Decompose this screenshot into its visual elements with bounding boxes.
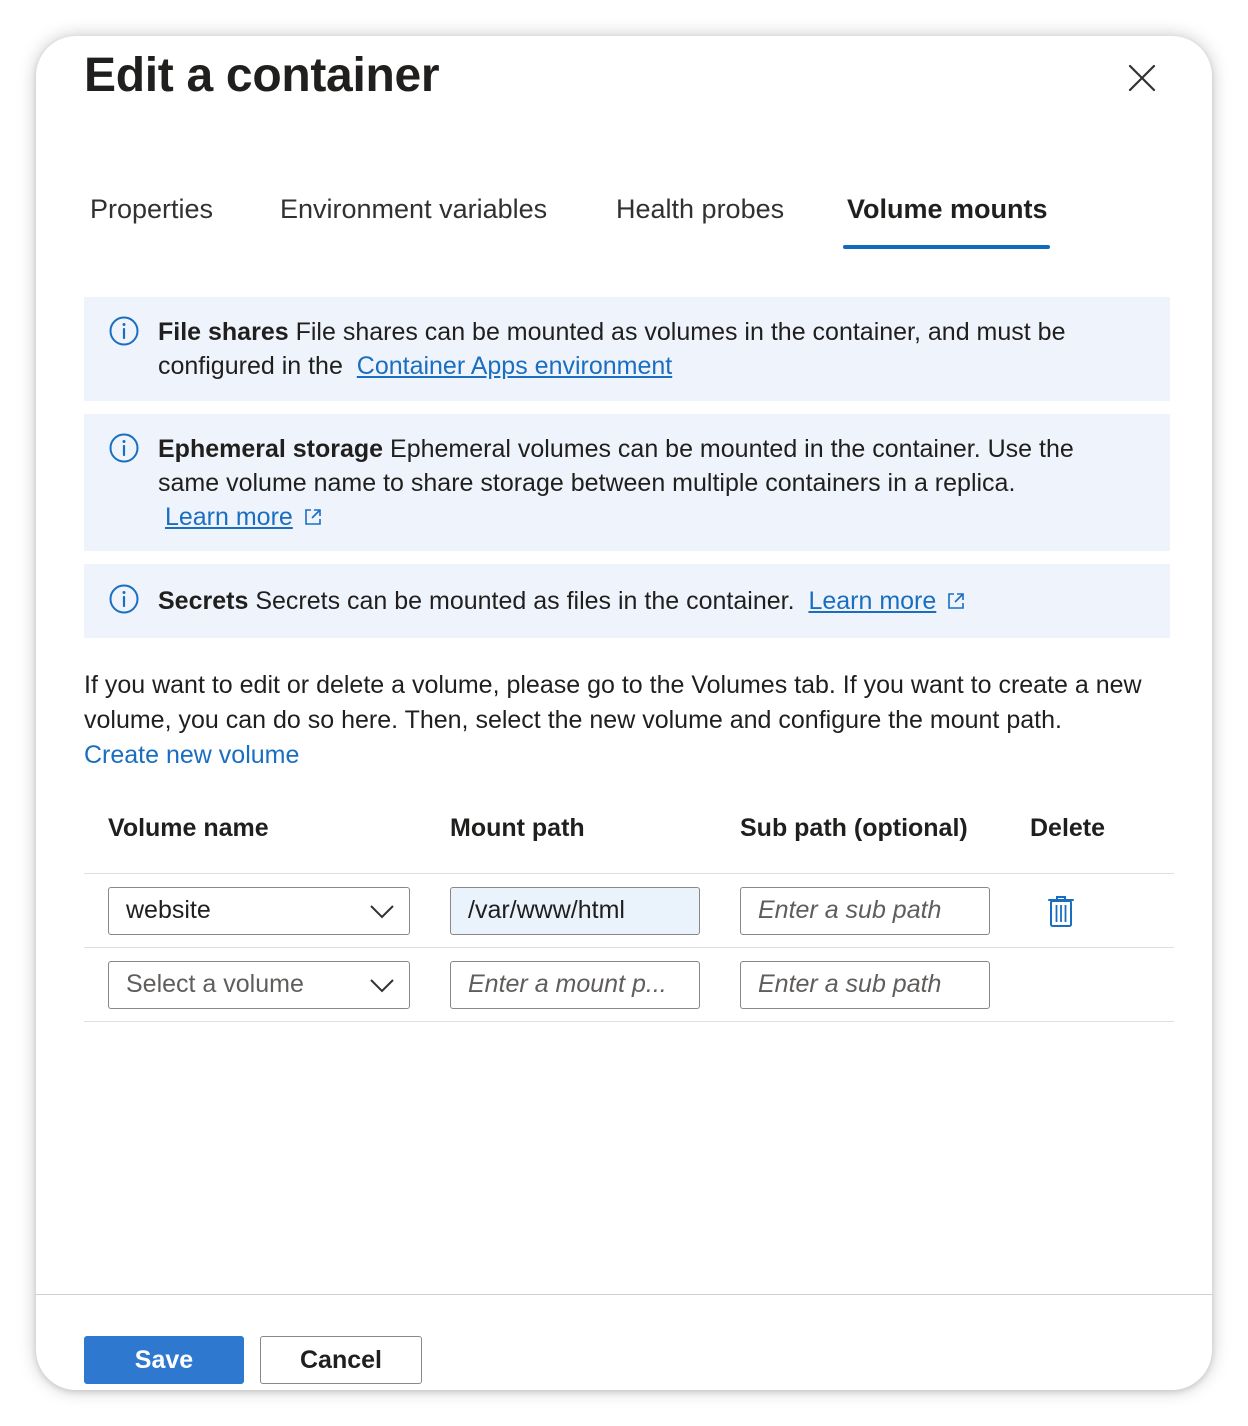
chevron-down-icon [370,979,394,993]
header-sub-path: Sub path (optional) [740,814,968,842]
info-secrets: Secrets Secrets can be mounted as files … [84,564,1170,638]
dialog-title: Edit a container [84,49,440,102]
header-delete: Delete [1030,814,1106,842]
edit-container-dialog: Edit a container Properties Environment … [36,36,1212,1390]
info-icon [109,584,139,614]
header-mount-path: Mount path [450,814,585,842]
row-divider [84,873,1174,874]
volume-name-select[interactable]: Select a volume [108,961,410,1009]
volume-name-value: website [126,896,211,924]
info-heading: Secrets [158,587,249,615]
container-apps-environment-link[interactable]: Container Apps environment [357,352,672,380]
close-icon[interactable] [1124,60,1160,96]
description-text: If you want to edit or delete a volume, … [84,671,1142,734]
info-ephemeral-storage: Ephemeral storage Ephemeral volumes can … [84,414,1170,551]
footer-divider [36,1294,1212,1295]
volume-description: If you want to edit or delete a volume, … [84,668,1174,773]
secrets-learn-more-link[interactable]: Learn more [808,587,936,615]
tab-volume-mounts[interactable]: Volume mounts [847,194,1048,225]
tab-properties[interactable]: Properties [90,194,213,225]
info-icon [109,316,139,346]
header-volume-name: Volume name [108,814,269,842]
create-new-volume-link[interactable]: Create new volume [84,741,299,769]
info-text: Secrets can be mounted as files in the c… [255,587,795,615]
save-button[interactable]: Save [84,1336,244,1384]
ephemeral-learn-more-link[interactable]: Learn more [165,503,293,531]
sub-path-input[interactable]: Enter a sub path [740,961,990,1009]
sub-path-input[interactable]: Enter a sub path [740,887,990,935]
info-icon [109,433,139,463]
row-divider [84,1021,1174,1022]
cancel-button[interactable]: Cancel [260,1336,422,1384]
tab-environment-variables[interactable]: Environment variables [280,194,547,225]
row-divider [84,947,1174,948]
mount-path-input[interactable]: Enter a mount p... [450,961,700,1009]
info-file-shares: File shares File shares can be mounted a… [84,297,1170,401]
volume-name-placeholder: Select a volume [126,970,304,998]
info-heading: Ephemeral storage [158,435,384,463]
external-link-icon [948,593,965,609]
trash-icon[interactable] [1046,894,1076,928]
external-link-icon [305,509,321,525]
chevron-down-icon [370,905,394,919]
tab-health-probes[interactable]: Health probes [616,194,784,225]
info-heading: File shares [158,318,289,346]
volume-name-select[interactable]: website [108,887,410,935]
active-tab-indicator [843,245,1050,249]
mount-path-input[interactable]: /var/www/html [450,887,700,935]
